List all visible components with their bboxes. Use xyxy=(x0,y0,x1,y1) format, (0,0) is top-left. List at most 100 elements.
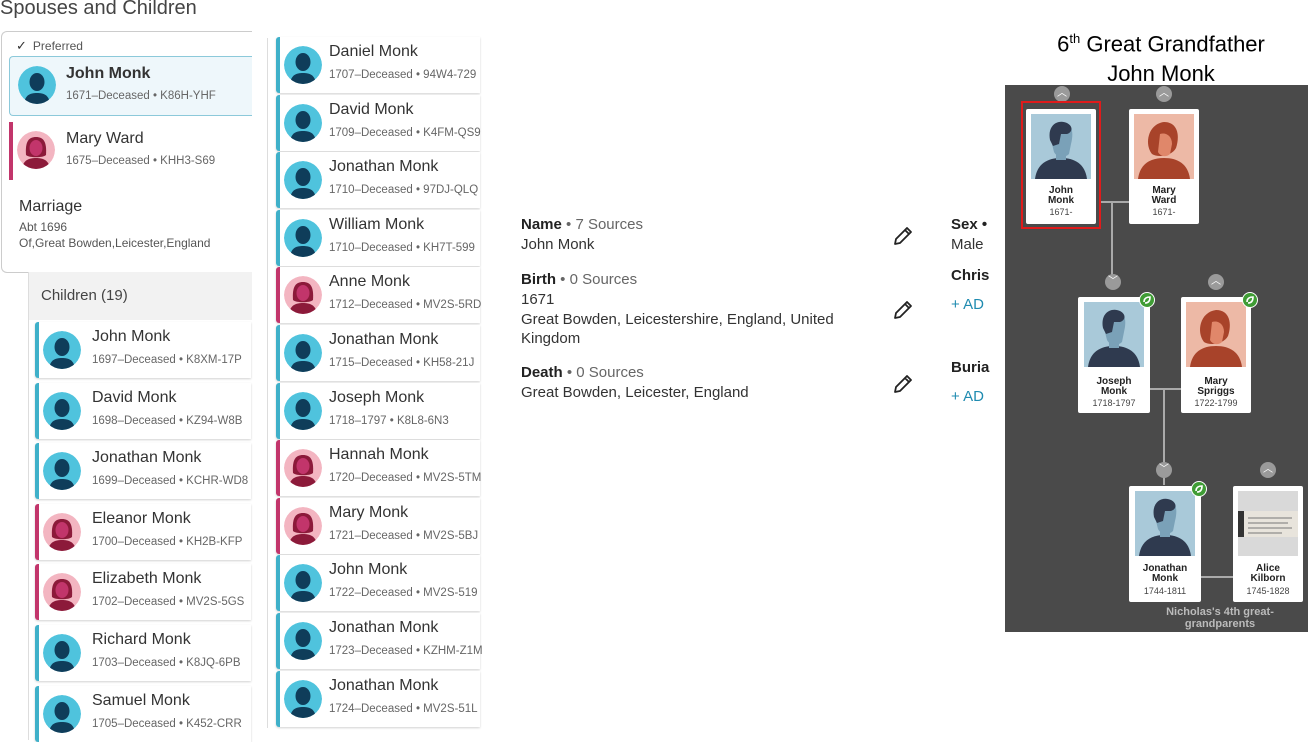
tree-person-dates: 1722-1799 xyxy=(1194,398,1238,408)
preferred-indicator: ✓ Preferred xyxy=(16,38,83,54)
tree-person-john-monk[interactable]: John Monk 1671- xyxy=(1026,109,1096,224)
child-meta: 1709–Deceased • K4FM-QS9 xyxy=(329,126,481,139)
male-avatar-icon xyxy=(43,634,81,672)
tree-person-mary-ward[interactable]: Mary Ward 1671- xyxy=(1129,109,1199,224)
child-meta: 1720–Deceased • MV2S-5TM xyxy=(329,472,482,485)
female-silhouette-icon xyxy=(1134,114,1194,184)
child-list-item[interactable]: Jonathan Monk 1724–Deceased • MV2S-51L xyxy=(276,670,480,727)
child-list-item[interactable]: Jonathan Monk 1699–Deceased • KCHR-WD8 xyxy=(35,443,251,500)
female-silhouette-icon xyxy=(1186,302,1246,372)
spouse-name: John Monk xyxy=(66,65,151,82)
child-list-item[interactable]: Samuel Monk 1705–Deceased • K452-CRR xyxy=(35,685,251,742)
male-avatar-icon xyxy=(18,66,56,104)
female-avatar-icon xyxy=(284,449,322,488)
child-name: Joseph Monk xyxy=(329,388,425,406)
record-hint-icon[interactable] xyxy=(1191,481,1207,497)
clip-mask xyxy=(990,200,1004,420)
child-name: Eleanor Monk xyxy=(92,509,191,527)
divider xyxy=(267,38,268,728)
child-list-item[interactable]: David Monk 1709–Deceased • K4FM-QS9 xyxy=(276,94,481,151)
children-header[interactable]: Children (19) xyxy=(41,287,128,304)
child-name: John Monk xyxy=(329,561,408,579)
child-list-item[interactable]: Jonathan Monk 1710–Deceased • 97DJ-QLQ xyxy=(276,152,480,209)
female-avatar-icon xyxy=(17,131,55,169)
tree-person-mary-spriggs[interactable]: Mary Spriggs 1722-1799 xyxy=(1181,297,1251,413)
add-christening-link[interactable]: + AD xyxy=(951,296,984,313)
expand-up-icon[interactable]: ︿ xyxy=(1260,462,1276,478)
child-list-item[interactable]: Hannah Monk 1720–Deceased • MV2S-5TM xyxy=(276,440,482,497)
child-list-item[interactable]: John Monk 1697–Deceased • K8XM-17P xyxy=(35,322,251,378)
male-avatar-icon xyxy=(284,218,322,257)
tree-person-surname: Monk xyxy=(1047,195,1075,206)
female-indicator-bar xyxy=(9,122,13,180)
male-avatar-icon xyxy=(43,391,81,430)
spouse-husband[interactable]: John Monk 1671–Deceased • K86H-YHF xyxy=(9,56,252,116)
child-name: Jonathan Monk xyxy=(329,676,439,694)
expand-down-icon[interactable]: ﹀ xyxy=(1105,274,1121,290)
child-list-item[interactable]: John Monk 1722–Deceased • MV2S-519 xyxy=(276,555,480,612)
child-name: Jonathan Monk xyxy=(329,619,439,636)
child-list-item[interactable]: Jonathan Monk 1723–Deceased • KZHM-Z1M xyxy=(276,613,483,669)
expand-up-icon[interactable]: ︿ xyxy=(1054,86,1070,102)
christening-label: Chris xyxy=(951,267,990,284)
name-label: Name • 7 Sources xyxy=(521,216,643,233)
document-photo-icon xyxy=(1238,491,1298,561)
male-avatar-icon xyxy=(284,622,322,660)
child-list-item[interactable]: William Monk 1710–Deceased • KH7T-599 xyxy=(276,209,480,266)
child-meta: 1705–Deceased • K452-CRR xyxy=(92,717,242,730)
name-value: John Monk xyxy=(521,236,595,253)
male-avatar-icon xyxy=(43,452,81,491)
expand-up-icon[interactable]: ︿ xyxy=(1208,274,1224,290)
child-list-item[interactable]: Mary Monk 1721–Deceased • MV2S-5BJ xyxy=(276,497,480,554)
child-name: David Monk xyxy=(92,388,177,406)
male-indicator-bar xyxy=(35,685,39,742)
male-indicator-bar xyxy=(35,443,39,500)
child-name: Jonathan Monk xyxy=(92,449,202,467)
child-name: Mary Monk xyxy=(329,503,409,521)
spouse-wife[interactable]: Mary Ward 1675–Deceased • KHH3-S69 xyxy=(9,122,251,180)
child-name: Jonathan Monk xyxy=(329,158,439,176)
child-name: Daniel Monk xyxy=(329,43,418,60)
death-label: Death • 0 Sources xyxy=(521,364,644,381)
add-burial-link[interactable]: + AD xyxy=(951,388,984,405)
male-indicator-bar xyxy=(276,37,280,93)
edit-birth-pencil-icon[interactable] xyxy=(892,299,914,321)
child-list-item[interactable]: Jonathan Monk 1715–Deceased • KH58-21J xyxy=(276,325,480,381)
child-list-item[interactable]: Joseph Monk 1718–1797 • K8L8-6N3 xyxy=(276,382,480,439)
child-list-item[interactable]: Anne Monk 1712–Deceased • MV2S-5RD xyxy=(276,267,481,324)
edit-death-pencil-icon[interactable] xyxy=(892,373,914,395)
child-name: John Monk xyxy=(92,328,171,345)
record-hint-icon[interactable] xyxy=(1242,292,1258,308)
tree-person-joseph-monk[interactable]: Joseph Monk 1718-1797 xyxy=(1078,297,1150,413)
child-list-item[interactable]: David Monk 1698–Deceased • KZ94-W8B xyxy=(35,382,251,439)
expand-up-icon[interactable]: ︿ xyxy=(1156,86,1172,102)
child-meta: 1718–1797 • K8L8-6N3 xyxy=(329,414,449,427)
child-meta: 1723–Deceased • KZHM-Z1M xyxy=(329,645,483,657)
child-list-item[interactable]: Daniel Monk 1707–Deceased • 94W4-729 xyxy=(276,37,480,93)
male-avatar-icon xyxy=(284,161,322,200)
child-meta: 1724–Deceased • MV2S-51L xyxy=(329,702,478,715)
spouses-and-children-title: Spouses and Children xyxy=(0,0,197,19)
male-indicator-bar xyxy=(276,555,280,612)
edit-name-pencil-icon[interactable] xyxy=(892,225,914,247)
child-list-item[interactable]: Richard Monk 1703–Deceased • K8JQ-6PB xyxy=(35,625,251,681)
child-list-item[interactable]: Eleanor Monk 1700–Deceased • KH2B-KFP xyxy=(35,503,251,560)
child-meta: 1702–Deceased • MV2S-5GS xyxy=(92,596,245,609)
tree-person-alice-kilborn[interactable]: Alice Kilborn 1745-1828 xyxy=(1233,486,1303,602)
male-indicator-bar xyxy=(276,670,280,727)
male-avatar-icon xyxy=(284,103,322,142)
tree-caption: Nicholas's 4th great-grandparents xyxy=(1166,606,1274,630)
tree-person-dates: 1744-1811 xyxy=(1143,586,1187,596)
expand-down-icon[interactable]: ﹀ xyxy=(1156,462,1172,478)
family-tree-panel: ︿ ︿ ﹀ ︿ ﹀ ︿ John Monk 1671- Mary Ward 16… xyxy=(1005,85,1308,632)
child-name: Samuel Monk xyxy=(92,691,190,709)
record-hint-icon[interactable] xyxy=(1139,292,1155,308)
male-avatar-icon xyxy=(43,694,81,733)
female-avatar-icon xyxy=(284,506,322,545)
child-name: Anne Monk xyxy=(329,273,410,291)
male-indicator-bar xyxy=(276,325,280,381)
couple-connector xyxy=(1100,201,1130,203)
tree-person-dates: 1671- xyxy=(1049,207,1073,217)
tree-person-jonathan-monk[interactable]: Jonathan Monk 1744-1811 xyxy=(1129,486,1201,602)
child-list-item[interactable]: Elizabeth Monk 1702–Deceased • MV2S-5GS xyxy=(35,564,251,621)
